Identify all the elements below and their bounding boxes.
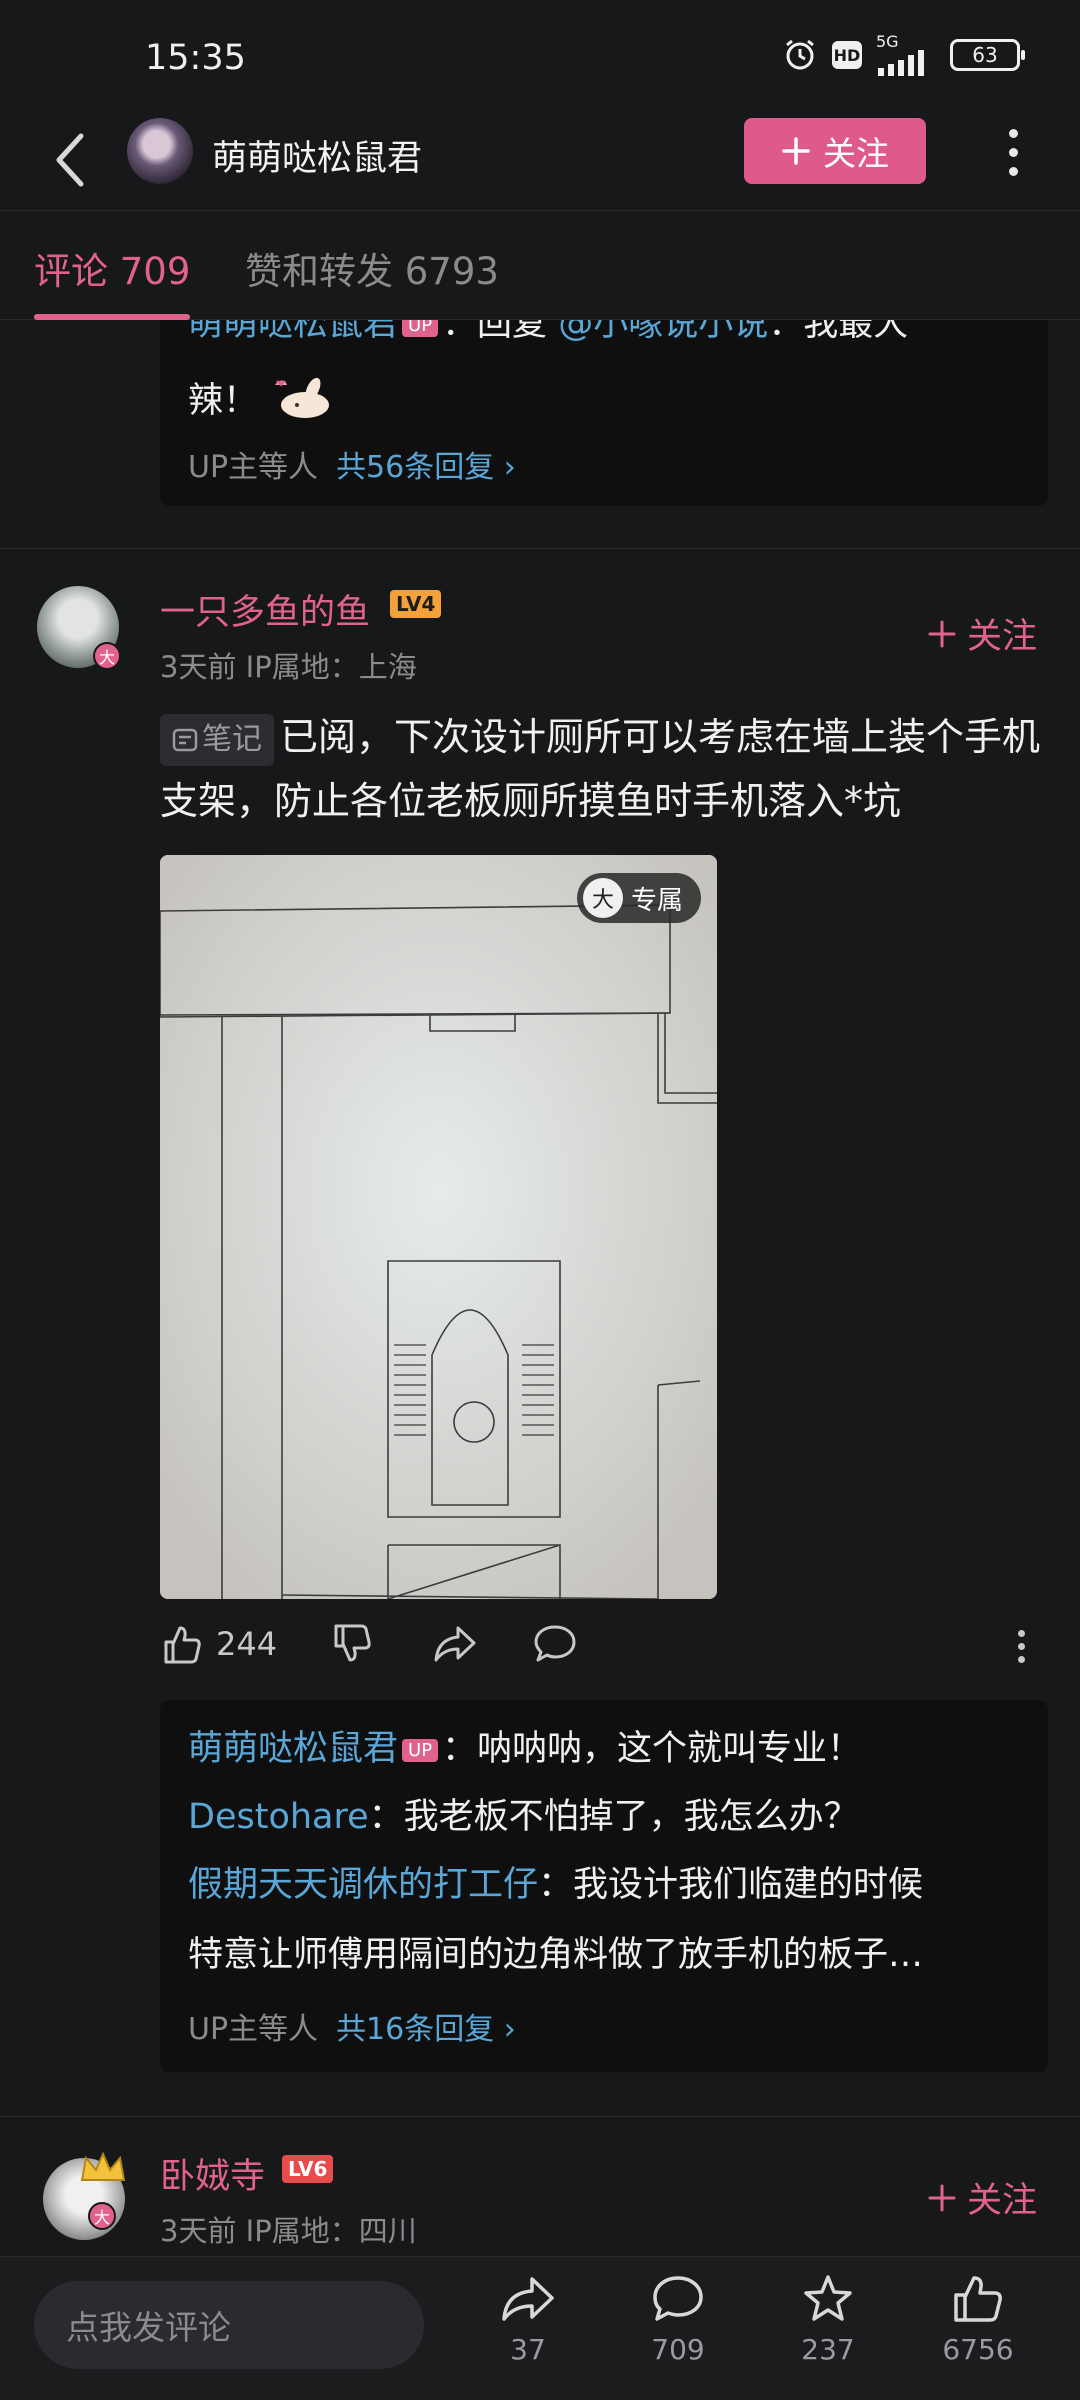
more-options-icon[interactable] <box>996 122 1030 182</box>
back-button[interactable] <box>40 122 100 198</box>
comment-button[interactable]: 709 <box>623 2273 733 2366</box>
comment-count: 709 <box>651 2333 705 2366</box>
thumbs-up-icon <box>164 1626 201 1664</box>
reply-author[interactable]: 假期天天调休的打工仔 <box>188 1865 538 1905</box>
follow-label: 关注 <box>823 134 889 173</box>
reply-meta: UP主等人 共16条回复 › <box>188 2012 516 2047</box>
follow-button[interactable]: 关注 <box>744 118 926 184</box>
bottom-bar: 点我发评论 37 709 237 6756 <box>0 2256 1080 2400</box>
favorite-count: 237 <box>801 2333 855 2366</box>
up-badge: UP <box>402 1738 439 1762</box>
divider <box>0 548 1080 549</box>
follow-link[interactable]: 关注 <box>927 2172 1037 2223</box>
plus-icon <box>782 137 810 165</box>
like-button[interactable]: 6756 <box>923 2273 1033 2366</box>
reply-meta: UP主等人 共56条回复 › <box>188 450 516 485</box>
reply-author[interactable]: Destohare <box>188 1797 369 1837</box>
comment-text: 笔记 已阅，下次设计厕所可以考虑在墙上装个手机支架，防止各位老板厕所摸鱼时手机落入… <box>160 713 1041 823</box>
reply-line: 假期天天调休的打工仔：我设计我们临建的时候 <box>188 1865 924 1905</box>
status-icons: HD 5G 63 <box>782 34 1025 76</box>
tab-underline <box>34 314 190 320</box>
tab-likes-reposts[interactable]: 赞和转发 6793 <box>245 241 499 295</box>
reply-preview-box[interactable]: 萌萌哒松鼠君 UP ：回复 @小喙说小说：我最大 辣！ UP主等人 共56条回复 › <box>160 300 1048 506</box>
view-replies-link[interactable]: 共16条回复 › <box>336 2012 516 2047</box>
share-button[interactable]: 37 <box>473 2273 583 2366</box>
avatar[interactable] <box>127 118 193 184</box>
network-type: 5G <box>876 32 899 51</box>
comment-image[interactable]: 大 专属 <box>160 855 717 1599</box>
replies-box[interactable]: 萌萌哒松鼠君 UP ：呐呐呐，这个就叫专业！ Destohare：我老板不怕掉了，我… <box>160 1700 1048 2072</box>
share-button[interactable] <box>432 1622 478 1666</box>
vip-badge-icon: 大 <box>582 878 623 918</box>
comment-input[interactable]: 点我发评论 <box>34 2281 424 2369</box>
rabbit-sticker-icon <box>269 375 333 430</box>
battery-icon: 63 <box>950 39 1025 71</box>
reply-button[interactable] <box>532 1622 578 1666</box>
commenter-name[interactable]: 卧娀寺 <box>160 2148 265 2199</box>
alarm-icon <box>782 37 818 73</box>
vip-badge: 大 <box>93 642 121 670</box>
comment-meta: 3天前 IP属地：上海 <box>160 650 417 684</box>
top-bar: 萌萌哒松鼠君 关注 <box>0 110 1080 210</box>
reply-author[interactable]: 萌萌哒松鼠君 <box>188 1729 398 1769</box>
status-time: 15:35 <box>145 38 246 78</box>
favorite-button[interactable]: 237 <box>773 2273 883 2366</box>
plus-icon <box>928 620 956 647</box>
like-count: 244 <box>216 1625 278 1663</box>
hd-icon: HD <box>832 41 862 69</box>
floor-plan-image <box>160 855 717 1599</box>
thumbs-up-icon <box>954 2276 1002 2322</box>
level-badge: LV6 <box>282 2155 334 2183</box>
comment-more-icon[interactable] <box>1018 1630 1025 1663</box>
tab-bar: 评论 709 赞和转发 6793 <box>0 210 1080 320</box>
commenter-name[interactable]: 一只多鱼的鱼 <box>160 584 370 635</box>
divider <box>0 2116 1080 2117</box>
comment-actions: 244 <box>160 1622 1040 1678</box>
thumbs-down-icon <box>334 1624 371 1662</box>
crown-icon <box>78 2150 128 2190</box>
like-count: 6756 <box>942 2333 1014 2366</box>
tab-comments[interactable]: 评论 709 <box>34 241 190 295</box>
comment-icon <box>534 1625 576 1662</box>
status-bar: 15:35 HD 5G 63 <box>0 0 1080 110</box>
chevron-left-icon <box>56 133 84 187</box>
star-icon <box>804 2275 852 2321</box>
reply-line: 辣！ <box>188 372 333 430</box>
comment-meta: 3天前 IP属地：四川 <box>160 2214 417 2248</box>
like-button[interactable]: 244 <box>160 1622 277 1666</box>
dislike-button[interactable] <box>330 1622 374 1666</box>
view-replies-link[interactable]: 共56条回复 › <box>336 450 516 485</box>
level-badge: LV4 <box>390 590 442 618</box>
note-chip[interactable]: 笔记 <box>160 713 274 766</box>
reply-line: Destohare：我老板不怕掉了，我怎么办？ <box>188 1797 859 1837</box>
share-count: 37 <box>510 2333 546 2366</box>
reply-line: 萌萌哒松鼠君 UP ：呐呐呐，这个就叫专业！ <box>188 1729 863 1769</box>
signal-icon: 5G <box>876 34 936 76</box>
plus-icon <box>928 2184 956 2211</box>
share-icon <box>502 2277 554 2321</box>
share-icon <box>434 1626 476 1662</box>
page-title: 萌萌哒松鼠君 <box>212 139 423 179</box>
note-icon <box>172 728 198 752</box>
vip-badge: 大 <box>88 2202 116 2230</box>
reply-line: 特意让师傅用隔间的边角料做了放手机的板子… <box>188 1935 924 1975</box>
follow-link[interactable]: 关注 <box>927 608 1037 659</box>
exclusive-badge: 大 专属 <box>576 873 701 923</box>
comment-icon <box>653 2276 703 2321</box>
